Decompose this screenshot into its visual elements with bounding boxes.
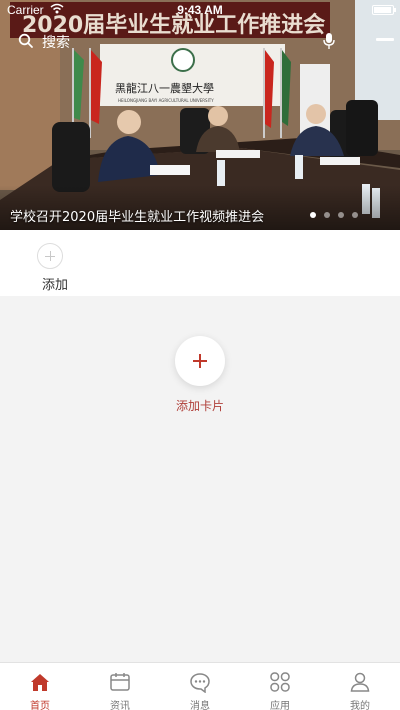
tab-news[interactable]: 资讯 xyxy=(80,663,160,710)
carousel-dot[interactable] xyxy=(352,212,358,218)
battery-icon xyxy=(372,5,396,15)
add-card-button[interactable] xyxy=(175,336,225,386)
tab-label: 消息 xyxy=(190,701,210,710)
search-icon xyxy=(18,33,34,53)
tab-label: 首页 xyxy=(30,701,50,710)
home-icon xyxy=(31,674,49,691)
quick-access-row: 添加 xyxy=(0,230,400,296)
status-bar: Carrier 9:43 AM xyxy=(0,0,400,20)
quick-add-label: 添加 xyxy=(41,278,68,293)
battery-level-fill xyxy=(374,7,391,13)
tab-profile[interactable]: 我的 xyxy=(320,663,400,710)
carousel-dot[interactable] xyxy=(338,212,344,218)
carousel-dot[interactable] xyxy=(310,212,316,218)
news-icon xyxy=(110,673,130,691)
hero-sign-subtext: HEILONGJIANG BAYI AGRICULTURAL UNIVERSIT… xyxy=(118,98,214,103)
menu-icon[interactable] xyxy=(376,38,394,41)
quick-add-button[interactable]: 添加 xyxy=(37,243,68,293)
search-bar[interactable]: 搜索 xyxy=(10,28,345,54)
tab-label: 应用 xyxy=(270,701,290,710)
carousel-dot[interactable] xyxy=(324,212,330,218)
message-icon xyxy=(190,673,210,693)
tab-label: 资讯 xyxy=(110,701,130,710)
bottom-tab-bar: 首页 资讯 消息 应用 我的 xyxy=(0,662,400,710)
status-time: 9:43 AM xyxy=(177,3,223,17)
tab-apps[interactable]: 应用 xyxy=(240,663,320,710)
apps-icon xyxy=(270,672,290,692)
hero-sign-text: 黑龍江八一農墾大學 xyxy=(115,81,214,95)
search-input[interactable]: 搜索 xyxy=(42,32,70,52)
tab-home[interactable]: 首页 xyxy=(0,663,80,710)
add-card-label[interactable]: 添加卡片 xyxy=(0,397,400,414)
tab-messages[interactable]: 消息 xyxy=(160,663,240,710)
plus-icon xyxy=(37,243,63,269)
carousel-indicator xyxy=(310,212,358,218)
hero-caption[interactable]: 学校召开2020届毕业生就业工作视频推进会 xyxy=(10,206,264,225)
profile-icon xyxy=(350,672,370,692)
microphone-icon[interactable] xyxy=(323,32,335,54)
tab-label: 我的 xyxy=(350,701,370,710)
hero-banner[interactable]: 2020届毕业生就业工作推进会 黑龍江八一農墾大學 HEILONGJIANG B… xyxy=(0,0,400,230)
